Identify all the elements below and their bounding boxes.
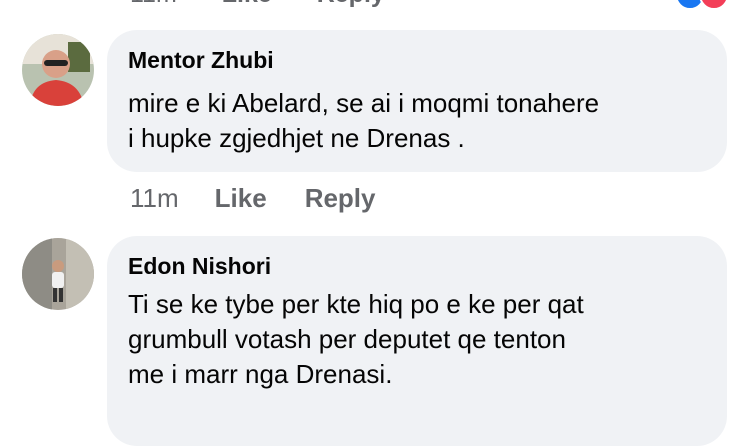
comment-text-line: me i marr nga Drenasi. (128, 359, 393, 389)
reaction-summary[interactable] (645, 0, 745, 10)
love-reaction-icon (699, 0, 729, 10)
previous-like-link[interactable]: Like (222, 0, 272, 8)
avatar[interactable] (22, 238, 94, 310)
comment-text: mire e ki Abelard, se ai i moqmi tonaher… (128, 86, 599, 156)
comment-text-line: mire e ki Abelard, se ai i moqmi tonaher… (128, 88, 600, 118)
comment-author[interactable]: Edon Nishori (128, 253, 271, 280)
comment-text-line: grumbull votash per deputet qe tenton (128, 324, 566, 354)
comment-text: Ti se ke tybe per kte hiq po e ke per qa… (128, 287, 584, 392)
comment-text-line: Ti se ke tybe per kte hiq po e ke per qa… (128, 289, 584, 319)
reply-link[interactable]: Reply (305, 183, 376, 213)
comment-time[interactable]: 11m (130, 183, 179, 213)
like-link[interactable]: Like (215, 183, 267, 213)
previous-comment-actions: 11m Like Reply (130, 0, 423, 9)
avatar[interactable] (22, 34, 94, 106)
comment-author[interactable]: Mentor Zhubi (128, 47, 274, 74)
comment-actions: 11m Like Reply (130, 183, 414, 214)
previous-comment-time: 11m (130, 0, 177, 8)
user-avatar-photo-icon (22, 34, 94, 106)
user-avatar-photo-icon (22, 238, 94, 310)
previous-reply-link[interactable]: Reply (317, 0, 385, 8)
comment-text-line: i hupke zgjedhjet ne Drenas . (128, 123, 465, 153)
